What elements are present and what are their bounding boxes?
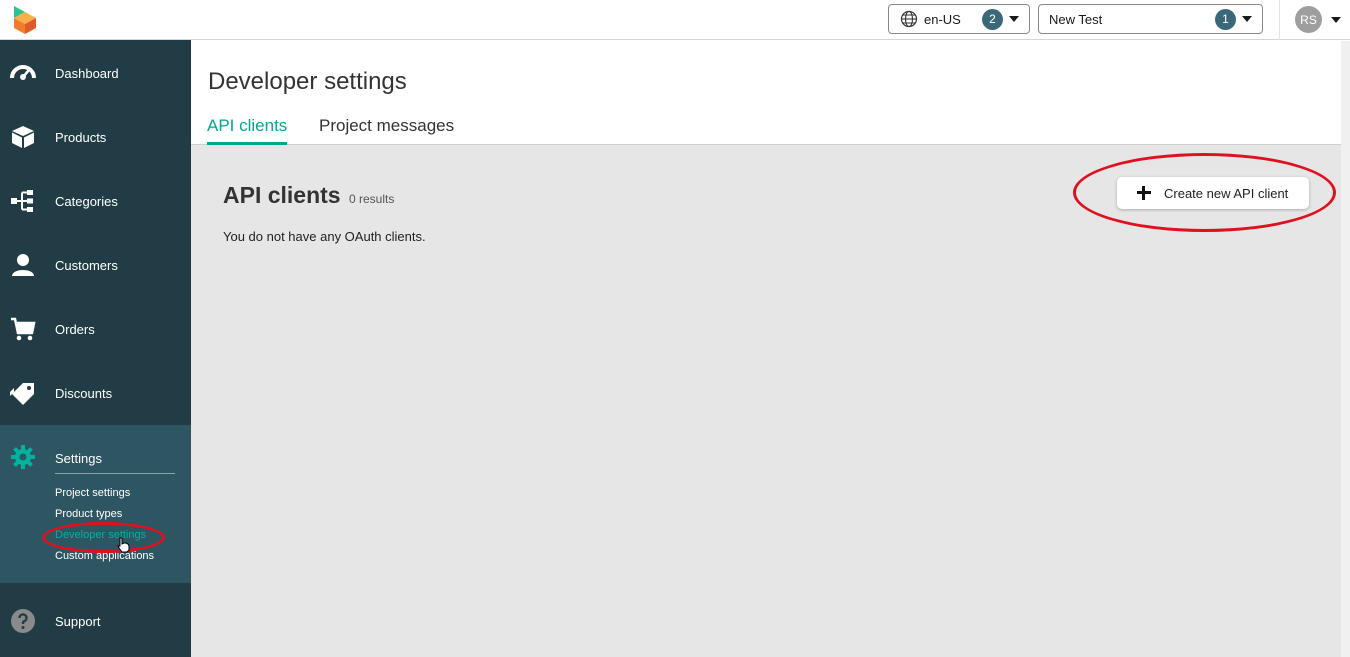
page-header: Developer settings API clients Project m…: [191, 41, 1341, 145]
create-api-client-button[interactable]: Create new API client: [1117, 177, 1309, 209]
sidebar-subitem-product-types[interactable]: Product types: [55, 508, 122, 520]
language-selector[interactable]: en-US 2: [888, 4, 1030, 34]
project-count-badge: 1: [1215, 8, 1236, 30]
sidebar-subitem-custom-applications[interactable]: Custom applications: [55, 550, 154, 562]
results-count: 0 results: [349, 192, 395, 206]
tab-project-messages[interactable]: Project messages: [319, 116, 454, 136]
sidebar-item-dashboard[interactable]: Dashboard: [0, 41, 191, 105]
scrollbar[interactable]: [1341, 41, 1350, 657]
gear-icon: [11, 445, 35, 469]
section-title: API clients: [223, 182, 341, 208]
plus-icon: [1137, 186, 1151, 200]
sidebar-item-label: Products: [55, 129, 107, 145]
sidebar: Dashboard Products Categories Customers: [0, 40, 191, 657]
tree-icon: [11, 190, 33, 212]
language-value: en-US: [924, 11, 961, 27]
box-icon: [12, 126, 34, 148]
help-icon: [11, 609, 35, 633]
sidebar-item-orders[interactable]: Orders: [0, 297, 191, 361]
sidebar-item-label: Support: [55, 613, 101, 629]
top-bar: en-US 2 New Test 1 RS: [0, 0, 1350, 40]
page-title: Developer settings: [208, 68, 407, 95]
sidebar-item-settings[interactable]: Settings: [0, 425, 191, 475]
settings-divider: [55, 473, 175, 474]
tag-icon: [10, 383, 34, 405]
sidebar-item-label: Dashboard: [55, 65, 119, 81]
active-tab-indicator: [207, 142, 287, 145]
sidebar-item-support[interactable]: Support: [0, 589, 191, 653]
sidebar-item-categories[interactable]: Categories: [0, 169, 191, 233]
sidebar-item-label: Orders: [55, 321, 95, 337]
settings-panel: Settings Project settings Product types …: [0, 425, 191, 583]
sidebar-item-products[interactable]: Products: [0, 105, 191, 169]
tab-api-clients[interactable]: API clients: [207, 116, 287, 136]
sidebar-item-discounts[interactable]: Discounts: [0, 361, 191, 425]
sidebar-subitem-developer-settings[interactable]: Developer settings: [55, 529, 146, 541]
chevron-down-icon: [1009, 16, 1019, 22]
language-count-badge: 2: [982, 8, 1003, 30]
user-menu-chevron-icon[interactable]: [1331, 17, 1341, 23]
project-value: New Test: [1049, 11, 1103, 27]
person-icon: [12, 254, 34, 276]
hand-cursor-icon: [117, 537, 130, 553]
topbar-divider: [1279, 0, 1280, 40]
main-content: Developer settings API clients Project m…: [191, 41, 1341, 657]
globe-icon: [900, 10, 918, 28]
sidebar-subitem-project-settings[interactable]: Project settings: [55, 487, 130, 499]
project-selector[interactable]: New Test 1: [1038, 4, 1263, 34]
sidebar-item-label: Settings: [55, 451, 102, 466]
user-avatar[interactable]: RS: [1295, 6, 1322, 33]
sidebar-item-label: Discounts: [55, 385, 113, 401]
sidebar-item-label: Customers: [55, 257, 118, 273]
chevron-down-icon: [1242, 16, 1252, 22]
create-api-client-label: Create new API client: [1164, 185, 1289, 201]
empty-state-message: You do not have any OAuth clients.: [223, 229, 426, 244]
sidebar-item-label: Categories: [55, 193, 118, 209]
sidebar-item-customers[interactable]: Customers: [0, 233, 191, 297]
app-logo-icon[interactable]: [11, 4, 39, 34]
dashboard-icon: [10, 65, 36, 80]
cart-icon: [11, 317, 36, 341]
